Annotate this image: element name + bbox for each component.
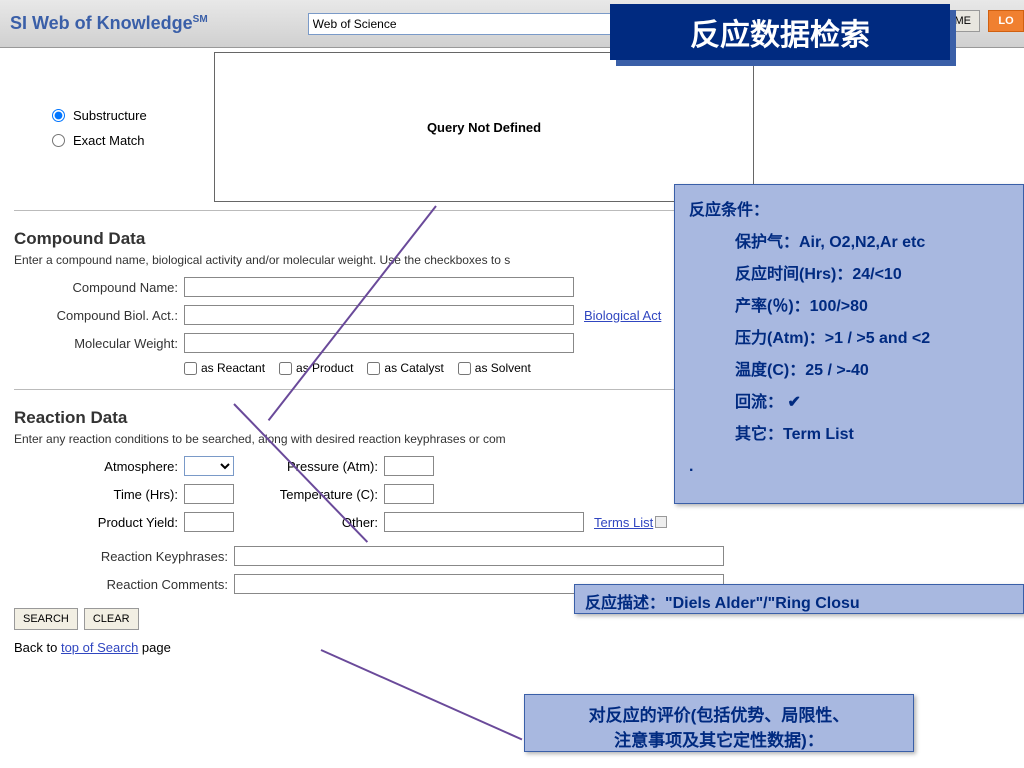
title-banner: 反应数据检索 bbox=[610, 4, 950, 60]
temperature-label: Temperature (C): bbox=[234, 487, 384, 502]
as-product-checkbox[interactable] bbox=[279, 362, 292, 375]
brand-logo: SI Web of KnowledgeSM bbox=[10, 13, 208, 34]
ov1-l2: 反应时间(Hrs)：24/<10 bbox=[689, 259, 1009, 291]
as-product-option[interactable]: as Product bbox=[279, 361, 353, 375]
clear-button[interactable]: CLEAR bbox=[84, 608, 139, 630]
logout-button[interactable]: LO bbox=[988, 10, 1024, 32]
substructure-label: Substructure bbox=[73, 108, 147, 123]
brand-text: SI Web of Knowledge bbox=[10, 13, 193, 33]
as-catalyst-option[interactable]: as Catalyst bbox=[367, 361, 443, 375]
ov1-l0: 反应条件： bbox=[689, 195, 1009, 227]
as-solvent-label: as Solvent bbox=[475, 361, 531, 375]
temperature-input[interactable] bbox=[384, 484, 434, 504]
exact-match-option[interactable]: Exact Match bbox=[52, 133, 214, 148]
ov3-l2: 注意事项及其它定性数据)： bbox=[535, 726, 903, 751]
keyphrases-input[interactable] bbox=[234, 546, 724, 566]
other-input[interactable] bbox=[384, 512, 584, 532]
query-status-text: Query Not Defined bbox=[427, 120, 541, 135]
back-prefix: Back to bbox=[14, 640, 61, 655]
database-select[interactable]: Web of Science bbox=[308, 13, 658, 35]
molecular-weight-label: Molecular Weight: bbox=[14, 336, 184, 351]
comments-label: Reaction Comments: bbox=[14, 577, 234, 592]
time-label: Time (Hrs): bbox=[14, 487, 184, 502]
pressure-input[interactable] bbox=[384, 456, 434, 476]
as-catalyst-checkbox[interactable] bbox=[367, 362, 380, 375]
ov1-l4: 压力(Atm)：>1 / >5 and <2 bbox=[689, 323, 1009, 355]
atmosphere-select[interactable] bbox=[184, 456, 234, 476]
brand-sm: SM bbox=[193, 14, 208, 25]
ov1-l1: 保护气：Air, O2,N2,Ar etc bbox=[689, 227, 1009, 259]
terms-doc-icon[interactable] bbox=[655, 516, 667, 528]
conditions-annotation: 反应条件： 保护气：Air, O2,N2,Ar etc 反应时间(Hrs)：24… bbox=[674, 184, 1024, 504]
search-mode-group: Substructure Exact Match bbox=[14, 58, 214, 158]
pressure-label: Pressure (Atm): bbox=[234, 459, 384, 474]
other-label: Other: bbox=[234, 515, 384, 530]
substructure-radio[interactable] bbox=[52, 109, 65, 122]
as-reactant-label: as Reactant bbox=[201, 361, 265, 375]
compound-biol-input[interactable] bbox=[184, 305, 574, 325]
db-select-wrap: Web of Science bbox=[308, 13, 658, 35]
ov1-l3: 产率(％)：100/>80 bbox=[689, 291, 1009, 323]
ov1-l8: . bbox=[689, 451, 1009, 483]
terms-list-link[interactable]: Terms List bbox=[594, 515, 653, 530]
as-solvent-option[interactable]: as Solvent bbox=[458, 361, 531, 375]
ov1-l5: 温度(C)：25 / >-40 bbox=[689, 355, 1009, 387]
exact-label: Exact Match bbox=[73, 133, 145, 148]
description-annotation: 反应描述："Diels Alder"/"Ring Closu bbox=[574, 584, 1024, 614]
search-button[interactable]: SEARCH bbox=[14, 608, 78, 630]
yield-label: Product Yield: bbox=[14, 515, 184, 530]
back-suffix: page bbox=[138, 640, 171, 655]
molecular-weight-input[interactable] bbox=[184, 333, 574, 353]
as-reactant-option[interactable]: as Reactant bbox=[184, 361, 265, 375]
atmosphere-label: Atmosphere: bbox=[14, 459, 184, 474]
keyphrases-label: Reaction Keyphrases: bbox=[14, 549, 234, 564]
biological-activity-link[interactable]: Biological Act bbox=[584, 308, 661, 323]
comments-annotation: 对反应的评价(包括优势、局限性、 注意事项及其它定性数据)： bbox=[524, 694, 914, 752]
ov1-l7: 其它：Term List bbox=[689, 419, 1009, 451]
time-input[interactable] bbox=[184, 484, 234, 504]
compound-biol-label: Compound Biol. Act.: bbox=[14, 308, 184, 323]
ov3-l1: 对反应的评价(包括优势、局限性、 bbox=[535, 701, 903, 726]
as-solvent-checkbox[interactable] bbox=[458, 362, 471, 375]
compound-name-label: Compound Name: bbox=[14, 280, 184, 295]
back-to-top: Back to top of Search page bbox=[14, 640, 1010, 655]
substructure-option[interactable]: Substructure bbox=[52, 108, 214, 123]
as-catalyst-label: as Catalyst bbox=[384, 361, 443, 375]
ov1-l6: 回流： ✔ bbox=[689, 387, 1009, 419]
yield-input[interactable] bbox=[184, 512, 234, 532]
structure-query-box[interactable]: Query Not Defined bbox=[214, 52, 754, 202]
query-area: Substructure Exact Match Query Not Defin… bbox=[14, 58, 1010, 202]
top-of-search-link[interactable]: top of Search bbox=[61, 640, 138, 655]
as-reactant-checkbox[interactable] bbox=[184, 362, 197, 375]
exact-radio[interactable] bbox=[52, 134, 65, 147]
